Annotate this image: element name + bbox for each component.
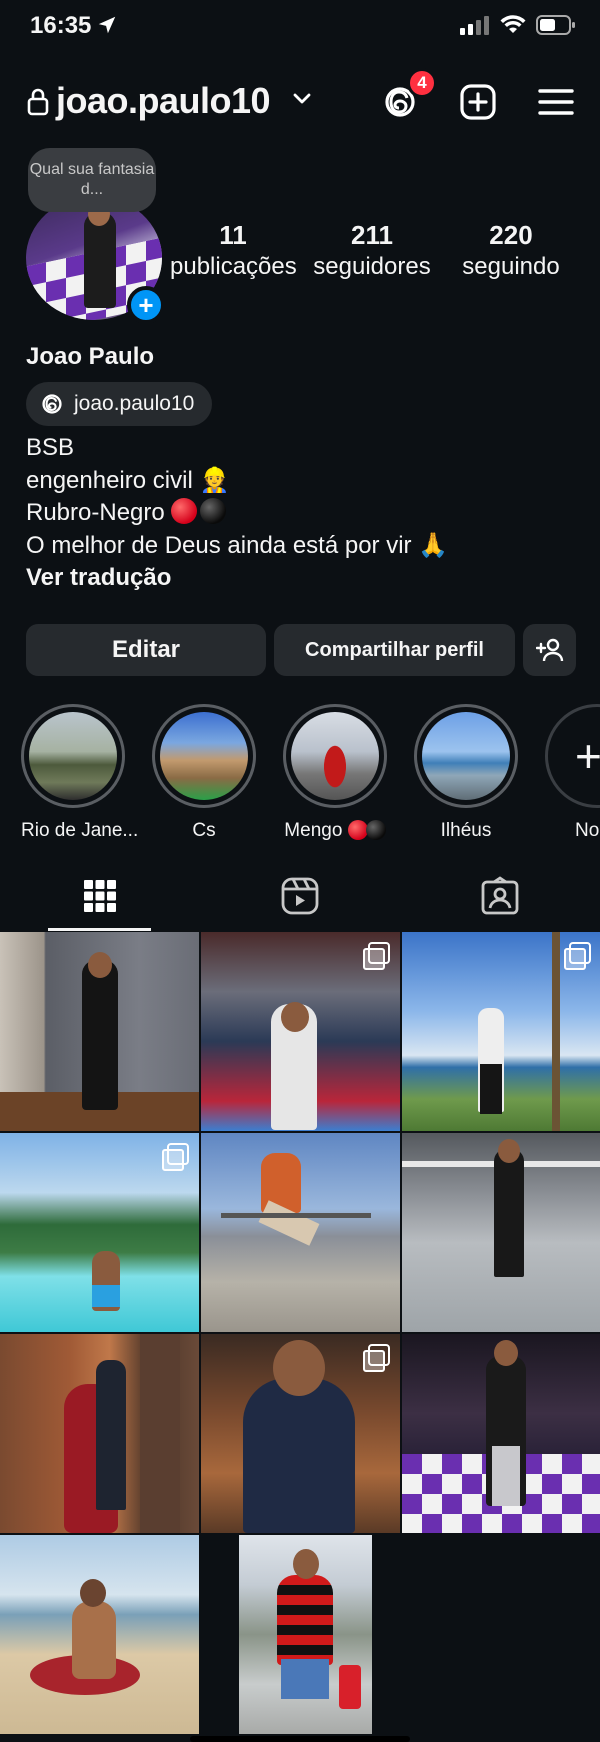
- bio-line: O melhor de Deus ainda está por vir: [26, 531, 412, 559]
- carousel-icon: [363, 942, 390, 970]
- post-thumbnail[interactable]: [0, 932, 199, 1131]
- discover-people-button[interactable]: [523, 624, 576, 676]
- red-circle-emoji: [347, 820, 368, 840]
- edit-profile-button[interactable]: Editar: [26, 624, 266, 676]
- lock-icon: [27, 88, 49, 116]
- highlight-cover: [291, 712, 379, 800]
- highlight-label: Rio de Jane...: [21, 820, 139, 841]
- black-circle-emoji: [365, 820, 386, 840]
- share-profile-button[interactable]: Compartilhar perfil: [274, 624, 515, 676]
- construction-worker-emoji: 👷: [199, 466, 230, 494]
- carousel-icon: [564, 942, 591, 970]
- add-person-icon: [535, 638, 563, 662]
- add-story-icon[interactable]: +: [127, 286, 165, 324]
- highlight-new[interactable]: + No: [545, 704, 600, 842]
- home-indicator: [190, 1736, 410, 1742]
- reels-icon[interactable]: [280, 876, 320, 916]
- black-circle-emoji: [200, 498, 227, 524]
- threads-logo-icon: [42, 394, 62, 414]
- stat-posts[interactable]: 11 publicações: [170, 220, 297, 281]
- profile-full-name: Joao Paulo: [26, 343, 155, 370]
- status-bar: 16:35: [0, 0, 600, 52]
- posts-grid: [0, 932, 600, 1736]
- carousel-icon: [363, 1344, 390, 1372]
- wifi-icon: [500, 15, 526, 33]
- post-thumbnail[interactable]: [201, 1334, 400, 1533]
- stat-posts-label: publicações: [170, 253, 297, 280]
- post-thumbnail[interactable]: [201, 932, 400, 1131]
- highlight-label: Ilhéus: [440, 820, 492, 841]
- tagged-icon[interactable]: [480, 876, 520, 916]
- highlight-cover: [422, 712, 510, 800]
- hamburger-menu-icon[interactable]: [536, 82, 576, 122]
- stat-following-value: 220: [489, 220, 533, 250]
- highlight-rio[interactable]: Rio de Jane...: [21, 704, 139, 842]
- status-time: 16:35: [30, 12, 92, 39]
- stat-followers-label: seguidores: [313, 253, 431, 280]
- carousel-icon: [162, 1143, 189, 1171]
- note-bubble[interactable]: Qual sua fantasia d...: [28, 148, 156, 212]
- account-switcher-username[interactable]: joao.paulo10: [56, 80, 271, 122]
- stat-followers[interactable]: 211 seguidores: [306, 220, 438, 281]
- highlight-cover: [160, 712, 248, 800]
- post-thumbnail[interactable]: [201, 1133, 400, 1332]
- highlight-mengo[interactable]: Mengo: [283, 704, 387, 842]
- stat-following-label: seguindo: [462, 253, 560, 280]
- bio-line: BSB: [26, 434, 75, 461]
- plus-icon: +: [575, 730, 600, 782]
- bio-line: Rubro-Negro: [26, 499, 165, 526]
- active-tab-indicator: [48, 928, 151, 931]
- battery-icon: [536, 15, 575, 35]
- post-thumbnail[interactable]: [201, 1535, 400, 1734]
- highlight-label: No: [575, 820, 600, 841]
- threads-handle: joao.paulo10: [74, 392, 195, 415]
- notification-badge: 4: [407, 68, 437, 98]
- stat-following[interactable]: 220 seguindo: [452, 220, 570, 281]
- stat-followers-value: 211: [351, 220, 393, 250]
- post-thumbnail[interactable]: [402, 932, 600, 1131]
- chevron-down-icon[interactable]: [292, 92, 312, 106]
- profile-tabs: [0, 868, 600, 932]
- stat-posts-value: 11: [219, 220, 247, 250]
- praying-hands-emoji: 🙏: [418, 531, 449, 559]
- cellular-signal-icon: [460, 16, 489, 35]
- profile-bio: BSB engenheiro civil 👷 Rubro-Negro O mel…: [26, 432, 448, 595]
- post-thumbnail[interactable]: [402, 1334, 600, 1533]
- highlight-cs[interactable]: Cs: [152, 704, 256, 842]
- grid-icon[interactable]: [80, 876, 120, 916]
- threads-profile-link[interactable]: joao.paulo10: [26, 382, 213, 426]
- post-thumbnail[interactable]: [0, 1133, 199, 1332]
- highlight-label: Mengo: [284, 820, 343, 841]
- bio-line: engenheiro civil: [26, 466, 193, 494]
- highlight-ilheus[interactable]: Ilhéus: [414, 704, 518, 842]
- see-translation-link[interactable]: Ver tradução: [26, 562, 448, 595]
- highlight-cover: [29, 712, 117, 800]
- create-post-icon[interactable]: [458, 82, 498, 122]
- post-thumbnail[interactable]: [0, 1535, 199, 1734]
- post-thumbnail[interactable]: [402, 1133, 600, 1332]
- red-circle-emoji: [171, 498, 198, 524]
- highlight-label: Cs: [192, 820, 216, 841]
- profile-header: joao.paulo10 4: [0, 68, 600, 132]
- post-thumbnail[interactable]: [0, 1334, 199, 1533]
- location-arrow-icon: [98, 16, 116, 34]
